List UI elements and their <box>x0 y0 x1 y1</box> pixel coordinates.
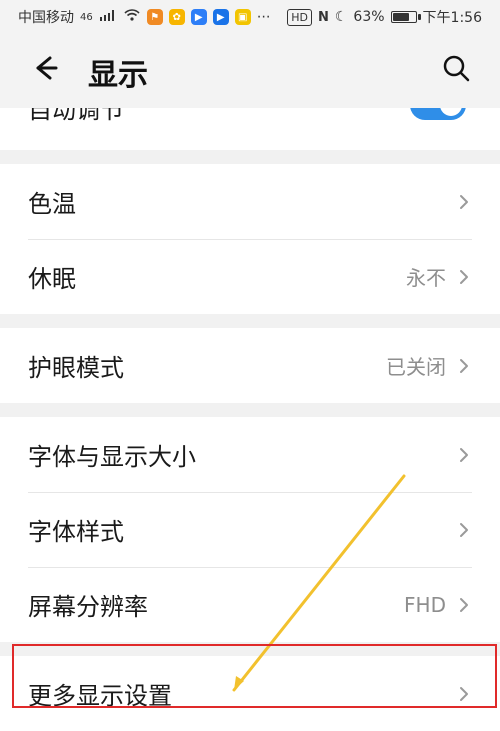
nfc-icon: N <box>317 9 329 25</box>
wifi-icon <box>123 8 141 26</box>
section-gap <box>0 403 500 417</box>
signal-icon <box>99 8 117 26</box>
setting-right <box>446 447 472 463</box>
chevron-right-icon <box>456 447 472 463</box>
setting-right: 永不 <box>406 262 472 291</box>
section-gap <box>0 314 500 328</box>
partial-item-label: 自动调节 <box>28 108 124 124</box>
arrow-left-icon <box>28 52 60 88</box>
status-bar: 中国移动 46 ⚑ ✿ ▶ ▶ ▣ ⋯ HD N ☾ 63% 下午1:56 <box>0 0 500 34</box>
chevron-right-icon <box>456 358 472 374</box>
setting-color-temperature[interactable]: 色温 <box>0 164 500 239</box>
page-title: 显示 <box>88 58 148 93</box>
battery-percent: 63% <box>353 9 385 25</box>
setting-label: 字体与显示大小 <box>28 443 196 471</box>
notification-app-icon-5: ▣ <box>234 9 251 25</box>
section-gap <box>0 642 500 656</box>
chevron-right-icon <box>456 269 472 285</box>
setting-label: 护眼模式 <box>28 354 124 382</box>
header-bar: 显示 <box>0 34 500 108</box>
carrier-text: 中国移动 <box>18 10 74 26</box>
notification-app-icon-3: ▶ <box>190 9 207 25</box>
setting-font-display-size[interactable]: 字体与显示大小 <box>0 417 500 492</box>
setting-more-display[interactable]: 更多显示设置 <box>0 656 500 731</box>
chevron-right-icon <box>456 686 472 702</box>
notification-app-icon-1: ⚑ <box>146 9 163 25</box>
setting-screen-resolution[interactable]: 屏幕分辨率 FHD <box>0 567 500 642</box>
network-text: 46 <box>80 11 93 23</box>
setting-sleep[interactable]: 休眠 永不 <box>0 239 500 314</box>
setting-right <box>446 686 472 702</box>
setting-value: 已关闭 <box>386 355 446 379</box>
chevron-right-icon <box>456 522 472 538</box>
back-button[interactable] <box>26 52 62 88</box>
setting-label: 屏幕分辨率 <box>28 593 148 621</box>
search-button[interactable] <box>438 52 474 88</box>
settings-list: 自动调节 色温 休眠 永不 护眼模式 已关闭 字体与显示大小 字体样式 屏幕分辨… <box>0 108 500 731</box>
more-icon: ⋯ <box>256 9 271 25</box>
setting-label: 字体样式 <box>28 518 124 546</box>
section-2: 护眼模式 已关闭 <box>0 328 500 403</box>
battery-icon <box>390 11 421 23</box>
setting-label: 休眠 <box>28 265 76 293</box>
setting-font-style[interactable]: 字体样式 <box>0 492 500 567</box>
section-3: 字体与显示大小 字体样式 屏幕分辨率 FHD <box>0 417 500 642</box>
section-1: 色温 休眠 永不 <box>0 164 500 314</box>
auto-adjust-toggle[interactable] <box>410 108 466 120</box>
setting-right: FHD <box>404 593 472 617</box>
chevron-right-icon <box>456 597 472 613</box>
setting-value: 永不 <box>406 266 446 290</box>
setting-right <box>446 194 472 210</box>
section-gap <box>0 150 500 164</box>
chevron-right-icon <box>456 194 472 210</box>
time-text: 下午1:56 <box>422 10 482 26</box>
setting-value: FHD <box>404 592 446 617</box>
partial-item-auto-adjust[interactable]: 自动调节 <box>0 108 500 150</box>
setting-right <box>446 522 472 538</box>
section-4: 更多显示设置 <box>0 656 500 731</box>
setting-label: 更多显示设置 <box>28 682 172 710</box>
setting-right: 已关闭 <box>386 351 472 380</box>
setting-label: 色温 <box>28 190 76 218</box>
setting-eye-comfort[interactable]: 护眼模式 已关闭 <box>0 328 500 403</box>
notification-app-icon-2: ✿ <box>168 9 185 25</box>
status-left: 中国移动 46 ⚑ ✿ ▶ ▶ ▣ ⋯ <box>18 7 271 27</box>
notification-app-icon-4: ▶ <box>212 9 229 25</box>
status-right: HD N ☾ 63% 下午1:56 <box>287 7 482 27</box>
search-icon <box>441 53 471 87</box>
moon-icon: ☾ <box>334 9 348 25</box>
hd-icon: HD <box>287 8 312 26</box>
